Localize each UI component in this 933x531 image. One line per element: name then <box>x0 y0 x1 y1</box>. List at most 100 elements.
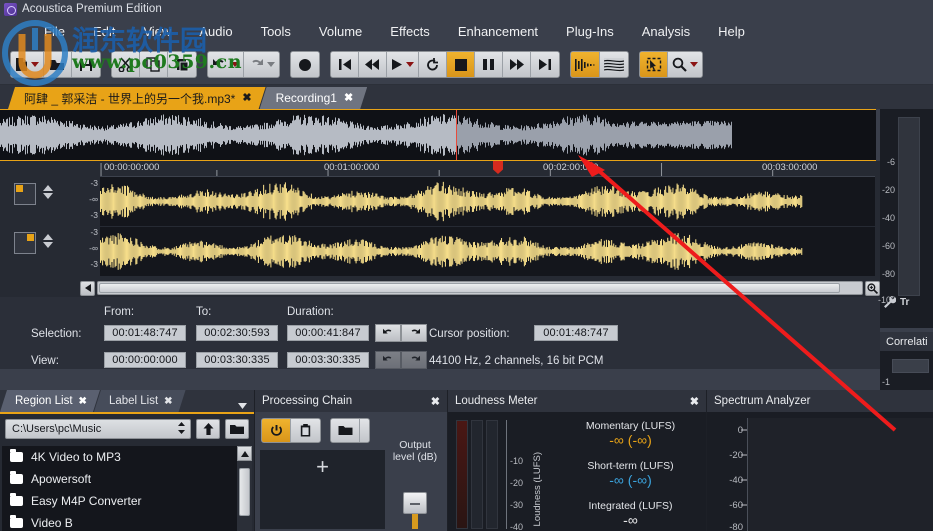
zoom-in-horizontal-button[interactable] <box>865 280 880 296</box>
folder-list[interactable]: 4K Video to MP3 Apowersoft Easy M4P Conv… <box>2 446 252 531</box>
play-caret-icon[interactable] <box>406 62 414 67</box>
selection-tool-button[interactable] <box>640 52 668 77</box>
scroll-up-button[interactable] <box>237 446 252 461</box>
close-icon[interactable]: ✖ <box>164 396 172 407</box>
new-file-caret-icon[interactable] <box>31 62 39 67</box>
loop-button[interactable] <box>419 52 447 77</box>
waveform-pane-left[interactable] <box>100 177 875 226</box>
close-icon[interactable]: ✖ <box>79 396 87 407</box>
view-duration-field[interactable]: 00:03:30:335 <box>287 352 369 368</box>
selection-to-field[interactable]: 00:02:30:593 <box>196 325 278 341</box>
waveform-overview[interactable] <box>0 109 876 161</box>
path-dropdown[interactable]: C:\Users\pc\Music <box>5 419 191 439</box>
processing-chain-slots[interactable]: + <box>260 450 385 529</box>
selection-duration-field[interactable]: 00:00:41:847 <box>287 325 369 341</box>
play-button[interactable] <box>387 52 419 77</box>
copy-button[interactable] <box>140 52 168 77</box>
menu-view[interactable]: View <box>129 21 185 42</box>
add-effect-button[interactable]: + <box>316 456 329 478</box>
redo-button[interactable] <box>244 52 279 77</box>
undo-caret-icon[interactable] <box>231 62 239 67</box>
scroll-up-icon[interactable] <box>43 234 53 240</box>
output-level-knob[interactable] <box>403 492 427 514</box>
clipboard-button[interactable] <box>291 419 320 442</box>
menu-plugins[interactable]: Plug-Ins <box>552 21 628 42</box>
horizontal-scrollbar-track[interactable] <box>97 281 863 295</box>
folder-list-scrollbar[interactable] <box>237 446 252 531</box>
selection-from-field[interactable]: 00:01:48:747 <box>104 325 186 341</box>
menu-volume[interactable]: Volume <box>305 21 376 42</box>
preset-extra-button[interactable] <box>360 419 369 442</box>
channel-select-right[interactable] <box>14 232 36 254</box>
close-icon[interactable]: ✖ <box>431 395 440 408</box>
menu-analysis[interactable]: Analysis <box>628 21 704 42</box>
magnifier-button[interactable] <box>668 52 702 77</box>
chevron-down-icon[interactable] <box>238 390 254 412</box>
horizontal-scrollbar-thumb[interactable] <box>99 283 841 293</box>
menu-help[interactable]: Help <box>704 21 759 42</box>
close-icon[interactable]: ✖ <box>690 395 699 408</box>
view-to-field[interactable]: 00:03:30:335 <box>196 352 278 368</box>
magnifier-caret-icon[interactable] <box>690 62 698 67</box>
list-item[interactable]: Apowersoft <box>2 468 252 490</box>
level-meter-body[interactable]: -6 -20 -40 -60 -80 -100 Tr <box>878 107 933 328</box>
tab-label-list[interactable]: Label List ✖ <box>94 390 186 412</box>
document-tab-mp3[interactable]: 阿肆 _ 郭采洁 - 世界上的另一个我.mp3* ✖ <box>8 87 266 109</box>
pause-button[interactable] <box>475 52 503 77</box>
list-item[interactable]: Easy M4P Converter <box>2 490 252 512</box>
selection-undo-button[interactable] <box>375 324 401 342</box>
browse-folder-button[interactable] <box>225 419 249 439</box>
skip-to-end-button[interactable] <box>531 52 559 77</box>
view-undo-button[interactable] <box>375 351 401 369</box>
scroll-left-button[interactable] <box>80 280 95 296</box>
updown-arrows-icon[interactable] <box>177 421 186 437</box>
scroll-up-icon[interactable] <box>43 185 53 191</box>
power-button[interactable] <box>262 419 291 442</box>
close-icon[interactable]: ✖ <box>344 93 353 104</box>
scroll-down-icon[interactable] <box>43 242 53 248</box>
channel-select-left[interactable] <box>14 183 36 205</box>
paste-button[interactable] <box>168 52 196 77</box>
level-meter-footer[interactable]: Tr <box>884 296 909 308</box>
view-redo-button[interactable] <box>401 351 427 369</box>
timeline-ruler[interactable]: 00:00:00:000 00:01:00:000 00:02:00:000 0… <box>100 161 885 177</box>
record-button[interactable] <box>291 52 319 77</box>
menu-edit[interactable]: Edit <box>79 21 129 42</box>
cut-button[interactable] <box>112 52 140 77</box>
view-from-field[interactable]: 00:00:00:000 <box>104 352 186 368</box>
list-item[interactable]: Video B <box>2 512 252 531</box>
rewind-button[interactable] <box>359 52 387 77</box>
loudness-meter-body[interactable]: -10 -20 -30 -40 Loudness (LUFS) Momentar… <box>448 412 706 531</box>
menu-file[interactable]: File <box>30 21 79 42</box>
list-item[interactable]: 4K Video to MP3 <box>2 446 252 468</box>
selection-redo-button[interactable] <box>401 324 427 342</box>
cursor-position-field[interactable]: 00:01:48:747 <box>534 325 618 341</box>
waveform-pane-right[interactable] <box>100 227 875 276</box>
menu-tools[interactable]: Tools <box>247 21 305 42</box>
waveform-view-button[interactable] <box>571 52 600 77</box>
settings-wrench-icon[interactable] <box>884 296 896 308</box>
redo-caret-icon[interactable] <box>267 62 275 67</box>
menu-enhancement[interactable]: Enhancement <box>444 21 552 42</box>
stop-button[interactable] <box>447 52 475 77</box>
undo-button[interactable] <box>208 52 244 77</box>
menu-audio[interactable]: Audio <box>185 21 246 42</box>
channel-height-left[interactable] <box>43 185 53 199</box>
parent-folder-button[interactable] <box>196 419 220 439</box>
open-preset-button[interactable] <box>331 419 360 442</box>
tab-region-list[interactable]: Region List ✖ <box>0 390 100 412</box>
overview-playhead[interactable] <box>456 110 457 160</box>
output-level-slider[interactable] <box>403 470 427 529</box>
fast-forward-button[interactable] <box>503 52 531 77</box>
spectrum-analyzer-body[interactable]: 0 -20 -40 -60 -80 <box>707 412 933 531</box>
open-file-button[interactable] <box>44 52 72 77</box>
menu-effects[interactable]: Effects <box>376 21 444 42</box>
skip-to-start-button[interactable] <box>331 52 359 77</box>
channel-height-right[interactable] <box>43 234 53 248</box>
spectral-view-button[interactable] <box>600 52 628 77</box>
scroll-down-icon[interactable] <box>43 193 53 199</box>
close-icon[interactable]: ✖ <box>242 93 251 104</box>
save-file-button[interactable] <box>72 52 100 77</box>
new-file-button[interactable] <box>11 52 44 77</box>
scrollbar-thumb[interactable] <box>239 468 250 516</box>
